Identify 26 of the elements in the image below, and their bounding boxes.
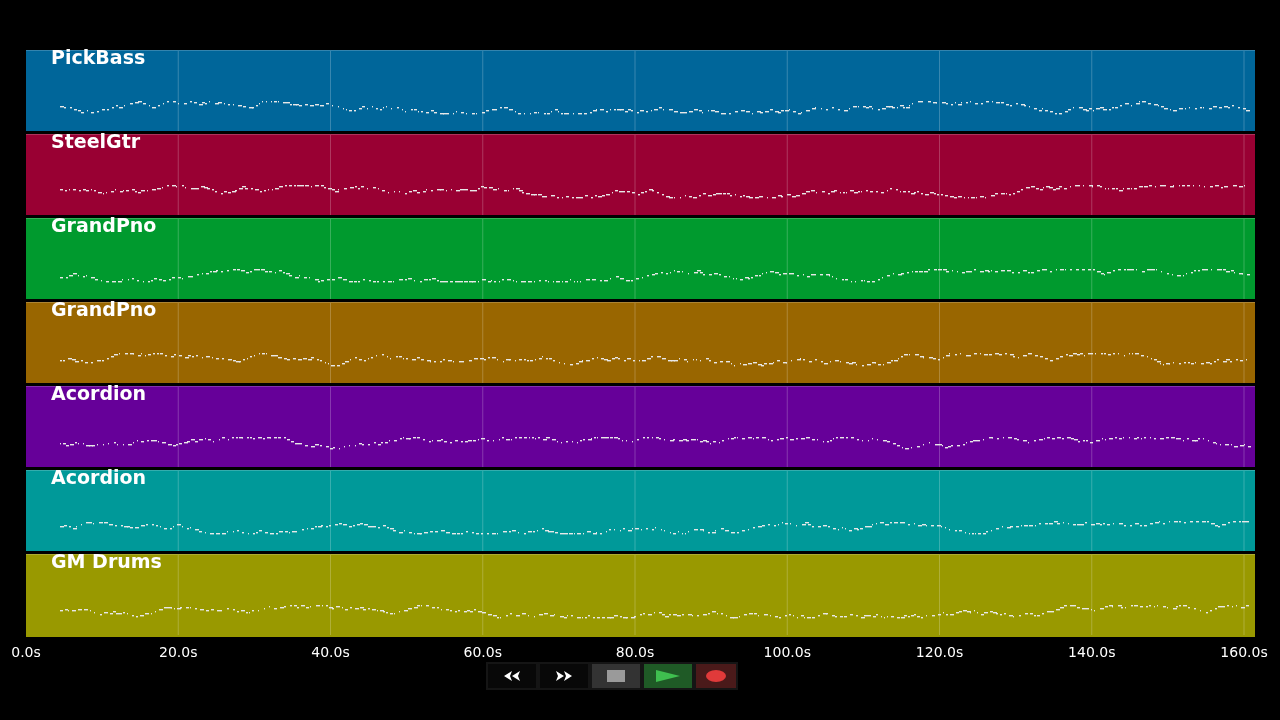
- time-label: 40.0s: [311, 644, 350, 660]
- record-button[interactable]: [696, 664, 736, 688]
- fast-forward-icon: [555, 669, 573, 683]
- time-label: 100.0s: [763, 644, 811, 660]
- rewind-icon: [503, 669, 521, 683]
- time-label: 160.0s: [1220, 644, 1268, 660]
- track-name: GM Drums: [51, 549, 162, 573]
- time-label: 120.0s: [915, 644, 964, 660]
- fast-forward-button[interactable]: [540, 664, 588, 688]
- track-name: PickBass: [51, 45, 146, 69]
- time-label: 20.0s: [159, 644, 198, 660]
- stop-icon: [607, 669, 625, 683]
- track-name: GrandPno: [51, 213, 157, 237]
- time-label: 140.0s: [1068, 644, 1116, 660]
- track-name: Acordion: [51, 465, 147, 489]
- track-name: Acordion: [51, 381, 147, 405]
- track-name: SteelGtr: [51, 129, 141, 153]
- time-label: 0.0s: [11, 644, 41, 660]
- play-button[interactable]: [644, 664, 692, 688]
- track-name: GrandPno: [51, 297, 157, 321]
- rewind-button[interactable]: [488, 664, 536, 688]
- play-icon: [656, 669, 680, 683]
- time-label: 80.0s: [615, 644, 655, 660]
- record-icon: [706, 669, 726, 683]
- stop-button[interactable]: [592, 664, 640, 688]
- time-label: 60.0s: [463, 644, 502, 660]
